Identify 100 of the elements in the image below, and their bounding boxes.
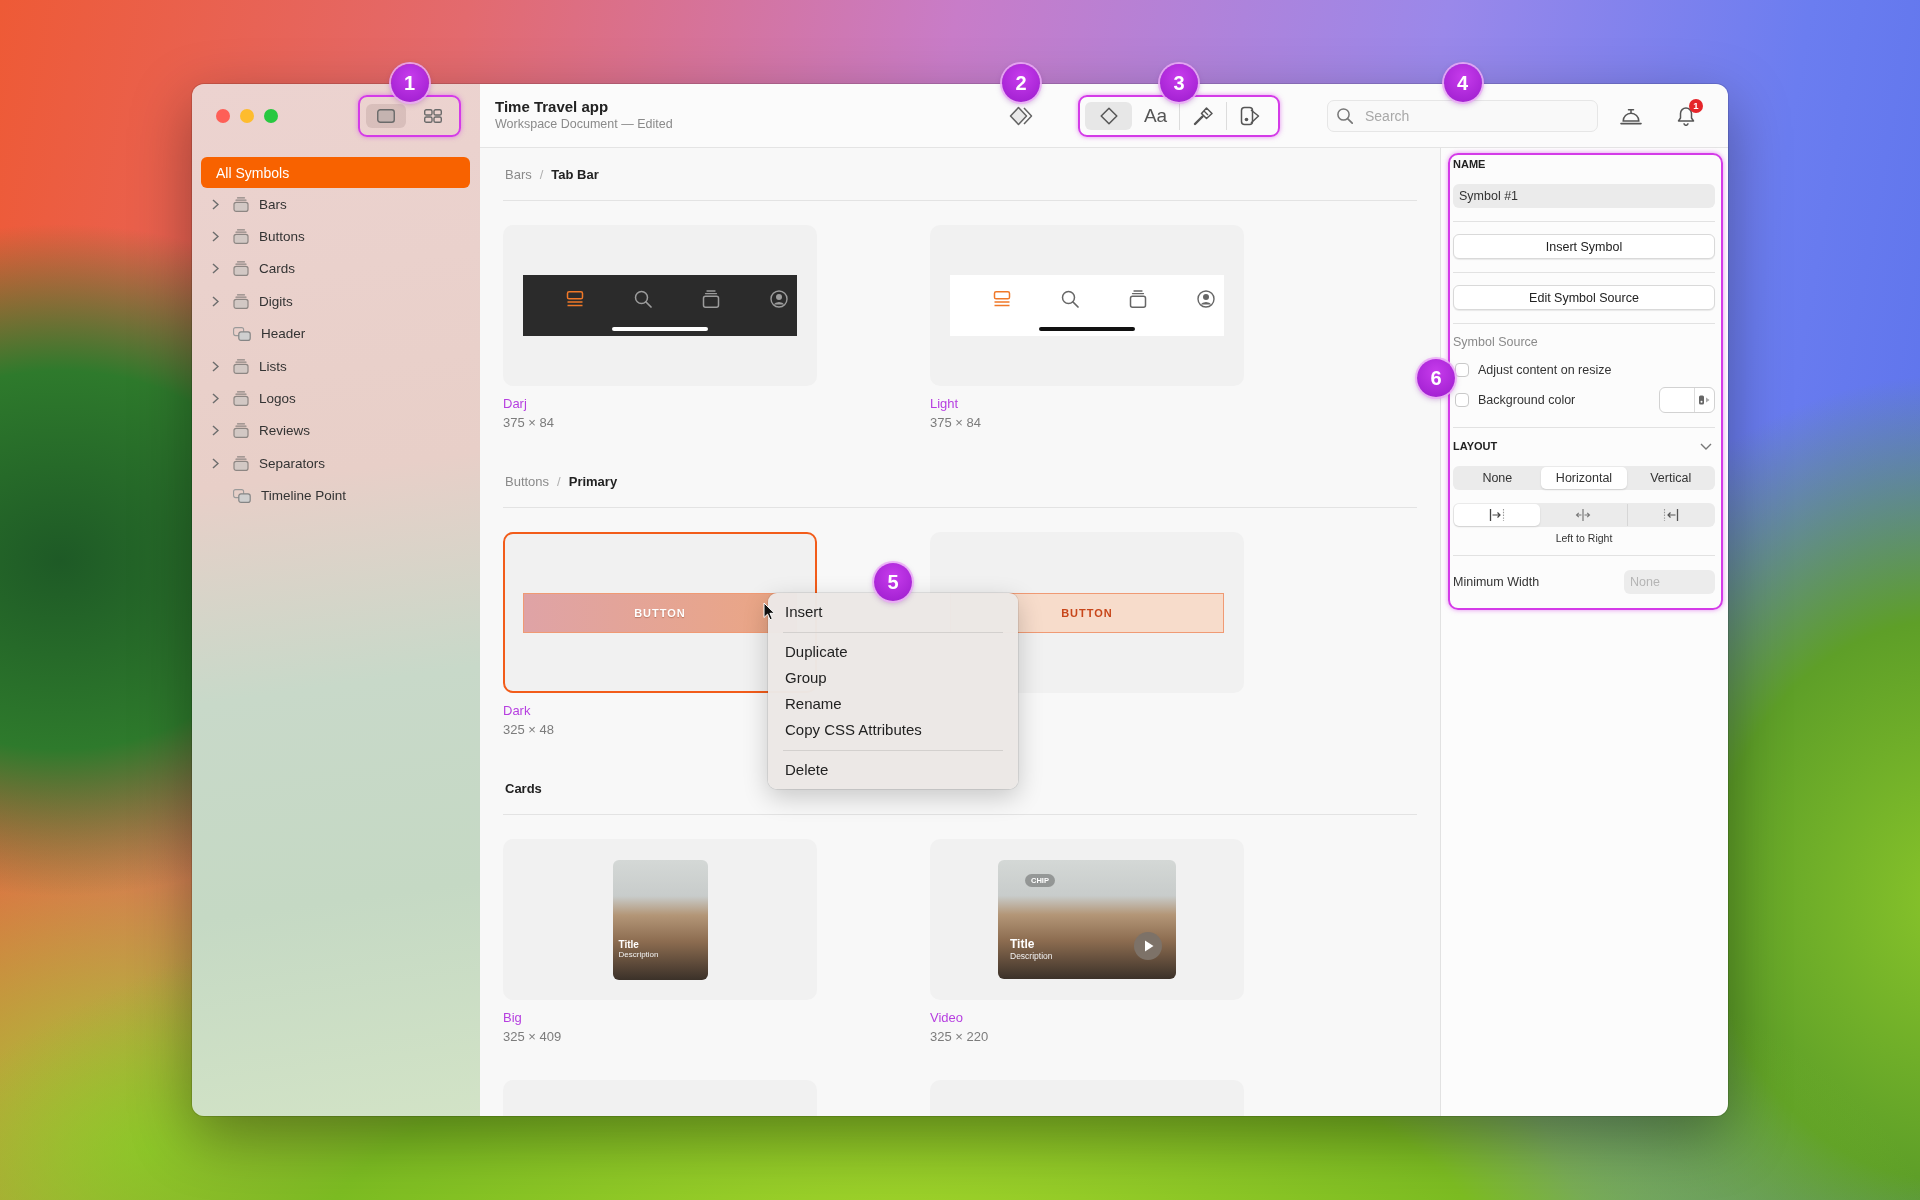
direction-caption: Left to Right xyxy=(1555,532,1613,544)
callout-badge: 1 xyxy=(390,63,429,102)
segment-button[interactable]: Horizontal xyxy=(1540,467,1628,489)
stack-icon xyxy=(233,196,249,212)
callout-badge: 5 xyxy=(874,563,912,601)
search-icon xyxy=(634,290,652,308)
segment-button[interactable]: Vertical xyxy=(1627,467,1714,489)
play-icon xyxy=(1134,932,1162,960)
menu-item[interactable]: Delete xyxy=(768,757,1018,783)
left-to-right-icon xyxy=(1489,508,1506,522)
overlapping-squares-icon xyxy=(233,326,251,341)
checkbox[interactable] xyxy=(1455,393,1469,407)
symbol-name: Video xyxy=(930,1009,963,1027)
stack-icon xyxy=(233,455,249,471)
sidebar-item[interactable]: Separators xyxy=(201,447,470,480)
service-bell-icon[interactable] xyxy=(1620,106,1642,125)
checkbox-label: Adjust content on resize xyxy=(1478,363,1613,377)
diamond-icon xyxy=(1099,106,1118,125)
chevron-right-icon[interactable] xyxy=(212,295,219,307)
sidebar-item[interactable]: Cards xyxy=(201,252,470,286)
menu-item[interactable]: Rename xyxy=(768,691,1018,717)
symbol-card[interactable] xyxy=(503,225,817,386)
section-title: Tab Bar xyxy=(551,166,599,182)
symbol-name: Big xyxy=(503,1009,522,1027)
stack-icon xyxy=(233,358,249,374)
chevron-right-icon[interactable] xyxy=(212,425,219,437)
symbol-name: Dark xyxy=(503,702,531,720)
name-label: NAME xyxy=(1453,158,1486,170)
rectangle-icon xyxy=(377,108,395,123)
sidebar-item[interactable]: Reviews xyxy=(201,414,470,448)
chevron-down-icon[interactable] xyxy=(1700,442,1712,450)
stack-icon xyxy=(233,391,249,407)
tool-tab[interactable]: Aa xyxy=(1132,101,1179,130)
symbol-card[interactable]: Title Description xyxy=(503,839,817,1000)
sidebar-item[interactable]: Buttons xyxy=(201,220,470,253)
card-title: Title xyxy=(1010,937,1035,951)
sidebar-item[interactable]: Header xyxy=(201,317,470,350)
search-field[interactable]: Search xyxy=(1327,99,1598,132)
card-description: Description xyxy=(1010,950,1053,961)
sidebar-item[interactable]: Digits xyxy=(201,285,470,318)
sidebar-item[interactable]: Bars xyxy=(201,188,470,221)
stack-icon xyxy=(1129,290,1147,308)
single-view-button[interactable] xyxy=(366,103,406,128)
chevron-right-icon[interactable] xyxy=(212,393,219,405)
list-icon xyxy=(993,291,1011,307)
chevron-right-icon[interactable] xyxy=(212,360,219,372)
inspector-button[interactable]: Edit Symbol Source xyxy=(1453,285,1715,310)
close-button[interactable] xyxy=(216,108,230,123)
symbol-name: Darj xyxy=(503,395,527,413)
stack-icon xyxy=(233,293,249,309)
list-icon xyxy=(566,291,584,307)
person-icon xyxy=(770,290,788,308)
document-title: Time Travel app xyxy=(495,98,609,116)
field-label: Minimum Width xyxy=(1453,575,1540,589)
search-icon xyxy=(1337,107,1353,124)
color-well[interactable] xyxy=(1659,387,1715,413)
symbol-size: 325 × 48 xyxy=(503,721,554,739)
chevron-right-icon[interactable] xyxy=(212,198,219,210)
direction-button[interactable] xyxy=(1454,504,1541,526)
brush-icon xyxy=(1193,105,1213,126)
menu-item[interactable]: Copy CSS Attributes xyxy=(768,717,1018,743)
inspector-button[interactable]: Insert Symbol xyxy=(1453,234,1715,259)
bell-icon[interactable] xyxy=(1677,105,1695,126)
name-field[interactable]: Symbol #1 xyxy=(1453,184,1715,208)
color-picker-icon xyxy=(1698,394,1710,406)
section-title: Primary xyxy=(568,473,618,489)
mouse-cursor-icon xyxy=(763,602,775,621)
card-title: Title xyxy=(618,938,639,950)
search-icon xyxy=(1061,290,1079,308)
breadcrumb-separator: / xyxy=(539,166,544,182)
chevron-right-icon[interactable] xyxy=(212,263,219,275)
chevron-right-icon[interactable] xyxy=(212,457,219,469)
callout-badge: 4 xyxy=(1443,63,1482,102)
stack-icon xyxy=(233,229,249,245)
notification-badge: 1 xyxy=(1689,98,1703,113)
section-heading: LAYOUT xyxy=(1453,440,1498,452)
sidebar-item[interactable]: Lists xyxy=(201,349,470,383)
stack-icon xyxy=(233,261,249,277)
grid-icon xyxy=(424,108,442,123)
stack-icon xyxy=(702,290,720,308)
segment-button[interactable]: None xyxy=(1454,467,1541,489)
sidebar-item[interactable]: Timeline Point xyxy=(201,479,470,512)
tool-tab[interactable] xyxy=(1085,101,1132,130)
card-description: Description xyxy=(618,949,659,960)
symbol-size: 325 × 220 xyxy=(930,1028,989,1046)
diamond-icon[interactable] xyxy=(1009,105,1033,126)
document-subtitle: Workspace Document — Edited xyxy=(495,116,673,133)
checkbox[interactable] xyxy=(1455,363,1469,377)
person-icon xyxy=(1197,290,1215,308)
checkbox-label: Background color xyxy=(1478,393,1577,407)
stack-icon xyxy=(233,423,249,439)
symbol-size: 375 × 84 xyxy=(503,414,554,432)
symbol-size: 325 × 409 xyxy=(503,1028,562,1046)
center-out-icon xyxy=(1575,508,1592,522)
overlapping-squares-icon xyxy=(233,488,251,503)
sidebar-item[interactable]: Logos xyxy=(201,382,470,415)
callout-badge: 2 xyxy=(1002,63,1040,102)
chevron-right-icon[interactable] xyxy=(212,231,219,243)
symbol-size: 375 × 84 xyxy=(930,414,981,432)
breadcrumb-separator: / xyxy=(557,473,561,489)
